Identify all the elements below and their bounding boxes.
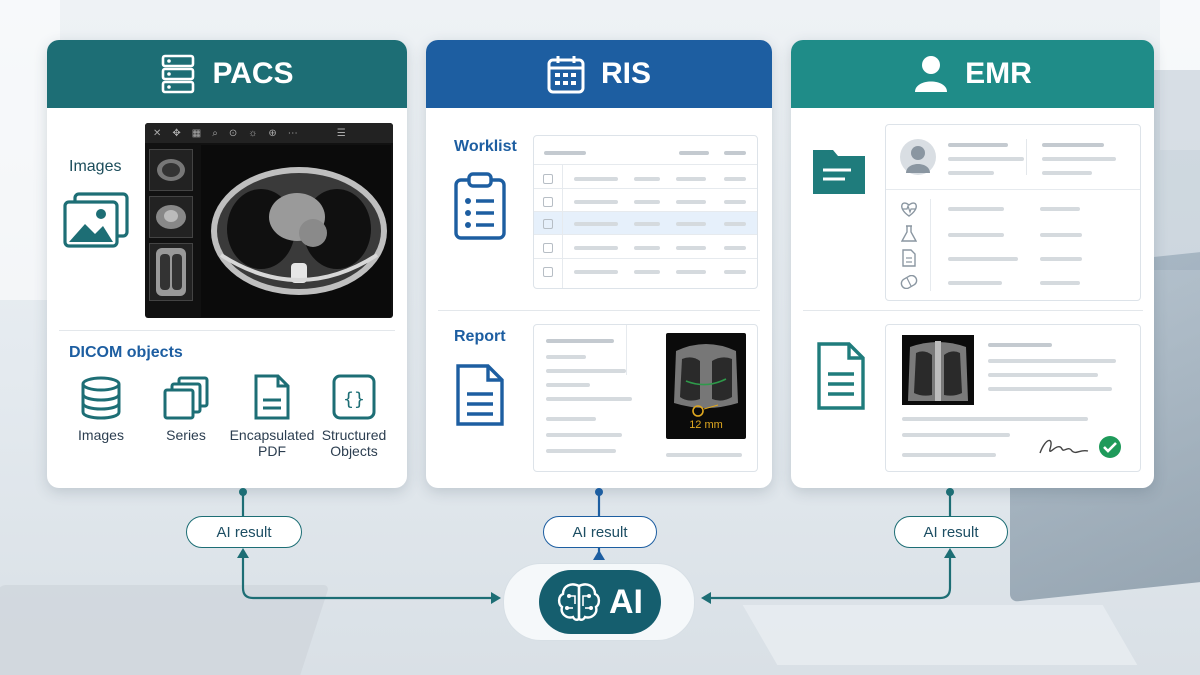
ai-label: AI xyxy=(609,582,643,621)
ai-result-pacs[interactable]: AI result xyxy=(186,516,302,548)
brain-icon xyxy=(557,583,601,621)
ai-hub[interactable]: AI xyxy=(539,570,661,634)
ai-result-ris[interactable]: AI result xyxy=(543,516,657,548)
ai-result-emr[interactable]: AI result xyxy=(894,516,1008,548)
